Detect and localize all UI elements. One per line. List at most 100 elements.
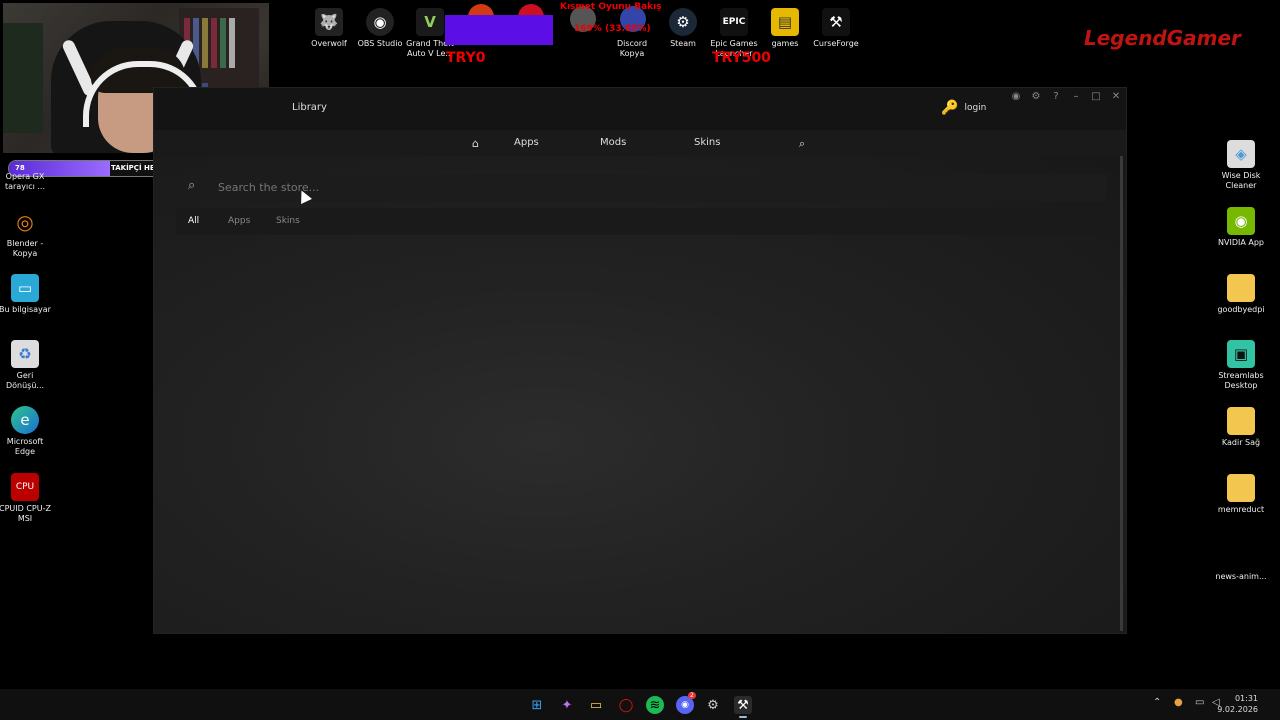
close-icon[interactable]: ✕ — [1109, 91, 1123, 102]
desktop-icon-cpuz[interactable]: CPU CPUID CPU-Z MSI — [0, 473, 52, 524]
desktop-icon-label: Opera GX tarayıcı ... — [5, 172, 45, 191]
desktop-icon-steam[interactable]: ⚙ Steam — [656, 8, 710, 49]
steam-icon: ⚙ — [669, 8, 697, 36]
desktop-icon-label: Kadir Sağ — [1221, 438, 1261, 447]
desktop-icon-goodbyedpi[interactable]: goodbyedpi — [1214, 274, 1268, 315]
folder-icon: ▤ — [771, 8, 799, 36]
curseforge-icon: ⚒ — [822, 8, 850, 36]
desktop-icon-curseforge[interactable]: ⚒ CurseForge — [809, 8, 863, 49]
overlay-try-left: TRY0 — [446, 50, 486, 66]
desktop-icon-label: memreduct — [1217, 505, 1265, 514]
active-indicator — [739, 716, 747, 718]
nav-apps[interactable]: Apps — [514, 137, 539, 148]
scrollbar[interactable] — [1120, 156, 1123, 631]
nav-mods[interactable]: Mods — [600, 137, 626, 148]
filter-tabs: All Apps Skins — [176, 208, 1106, 235]
help-icon[interactable]: ? — [1049, 91, 1063, 102]
follower-goal-current: 78 — [15, 164, 25, 172]
computer-icon: ▭ — [11, 274, 39, 302]
search-icon[interactable]: ⌕ — [799, 137, 805, 151]
desktop-icon-nvidia[interactable]: ◉ NVIDIA App — [1214, 207, 1268, 248]
discord-badge: 2 — [688, 692, 696, 699]
filter-all[interactable]: All — [188, 216, 199, 226]
discord-icon[interactable]: ◉ — [1009, 91, 1023, 102]
search-icon: ⌕ — [188, 178, 196, 193]
desktop-icon-blender[interactable]: ◎ Blender - Kopya — [0, 208, 52, 259]
steam-icon[interactable]: ⚙ — [704, 696, 722, 714]
maximize-icon[interactable]: □ — [1089, 91, 1103, 102]
desktop-icon-label: Geri Dönüşü... — [5, 371, 45, 390]
desktop-icon-label: games — [771, 39, 799, 48]
overlay-purple-block — [445, 15, 553, 45]
desktop-icon-wise-disk-cleaner[interactable]: ◈ Wise Disk Cleaner — [1214, 140, 1268, 191]
filter-apps[interactable]: Apps — [228, 216, 250, 226]
clock[interactable]: 01:31 9.02.2026 — [1217, 693, 1258, 715]
opera-icon[interactable]: ◯ — [617, 696, 635, 714]
desktop-icon-overwolf[interactable]: 🐺 Overwolf — [302, 8, 356, 49]
streamlabs-icon: ▣ — [1227, 340, 1255, 368]
store-nav-bar: ⌂ Apps Mods Skins ⌕ — [154, 130, 1126, 156]
obs-icon: ◉ — [366, 8, 394, 36]
wolf-icon: 🐺 — [315, 8, 343, 36]
display-icon[interactable]: ▭ — [1195, 697, 1204, 708]
desktop-icon-news-anim[interactable]: news-anim... — [1214, 572, 1268, 582]
folder-icon — [1227, 407, 1255, 435]
chevron-up-icon[interactable]: ⌃ — [1153, 697, 1161, 708]
store-search-input[interactable] — [216, 180, 520, 195]
desktop-icon-recycle-bin[interactable]: ♻ Geri Dönüşü... — [0, 340, 52, 391]
desktop-icon-this-pc[interactable]: ▭ Bu bilgisayar — [0, 274, 52, 315]
overwolf-icon[interactable]: ⚒ — [734, 696, 752, 714]
epic-icon: EPIC — [720, 8, 748, 36]
copilot-icon[interactable]: ✦ — [558, 696, 576, 714]
taskbar: ⊞ ✦ ▭ ◯ ≋ ◉ 2 ⚙ ⚒ ⌃ ● ▭ ◁ 01:31 9.02.202… — [0, 689, 1280, 720]
folder-icon — [1227, 274, 1255, 302]
minimize-icon[interactable]: – — [1069, 91, 1083, 102]
desktop-icon-label: Bu bilgisayar — [0, 305, 51, 314]
spotify-icon[interactable]: ≋ — [646, 696, 664, 714]
gta-icon: V — [416, 8, 444, 36]
desktop-icon-label: CPUID CPU-Z MSI — [0, 504, 51, 523]
title-bar: Library 🔑 login ◉ ⚙ ? – □ ✕ — [154, 88, 1126, 130]
start-icon[interactable]: ⊞ — [528, 696, 546, 714]
desktop-icon-discord[interactable]: Discord Kopya — [605, 8, 659, 59]
edge-icon: e — [11, 406, 39, 434]
home-icon[interactable]: ⌂ — [472, 137, 479, 150]
library-link[interactable]: Library — [292, 102, 327, 113]
gear-icon[interactable]: ⚙ — [1029, 91, 1043, 102]
cpuz-icon: CPU — [11, 473, 39, 501]
app-window: Library 🔑 login ◉ ⚙ ? – □ ✕ ⌂ Apps Mods … — [153, 87, 1127, 634]
desktop-icon-label: news-anim... — [1215, 572, 1267, 581]
desktop-icon-label: NVIDIA App — [1218, 238, 1264, 247]
discord-icon — [618, 8, 646, 36]
login-label: login — [964, 103, 987, 113]
desktop-icon-opera[interactable]: Opera GX tarayıcı ... — [0, 172, 52, 192]
clock-time: 01:31 — [1234, 694, 1258, 703]
desktop-icon-edge[interactable]: e Microsoft Edge — [0, 406, 52, 457]
desktop-icon-label: Blender - Kopya — [6, 239, 44, 258]
desktop-icon-obs[interactable]: ◉ OBS Studio — [353, 8, 407, 49]
desktop-icon-kadir-sag[interactable]: Kadir Sağ — [1214, 407, 1268, 448]
folder-icon — [1227, 474, 1255, 502]
brand-logo-text: LegendGamer — [1084, 26, 1241, 50]
nvidia-icon: ◉ — [1227, 207, 1255, 235]
desktop-icon-label: Wise Disk Cleaner — [1221, 171, 1261, 190]
wise-disk-icon: ◈ — [1227, 140, 1255, 168]
brand-logo: LegendGamer — [1084, 26, 1254, 60]
desktop-icon-label: goodbyedpi — [1217, 305, 1265, 314]
file-explorer-icon[interactable]: ▭ — [587, 696, 605, 714]
desktop-icon-label: OBS Studio — [357, 39, 403, 48]
desktop-icon-label: CurseForge — [813, 39, 859, 48]
blender-icon: ◎ — [16, 210, 34, 234]
filter-skins[interactable]: Skins — [276, 216, 300, 226]
recycle-bin-icon: ♻ — [11, 340, 39, 368]
desktop-icon-label: Steam — [670, 39, 696, 48]
store-search-bar: ⌕ — [176, 174, 1106, 202]
desktop-icon-games[interactable]: ▤ games — [758, 8, 812, 49]
nav-skins[interactable]: Skins — [694, 137, 720, 148]
login-button[interactable]: 🔑 login — [941, 100, 986, 116]
desktop-icon-memreduct[interactable]: memreduct — [1214, 474, 1268, 515]
desktop-icon-label: Microsoft Edge — [6, 437, 44, 456]
desktop-icon-label: Streamlabs Desktop — [1218, 371, 1264, 390]
microphone-icon[interactable]: ● — [1174, 697, 1183, 708]
desktop-icon-streamlabs[interactable]: ▣ Streamlabs Desktop — [1214, 340, 1268, 391]
